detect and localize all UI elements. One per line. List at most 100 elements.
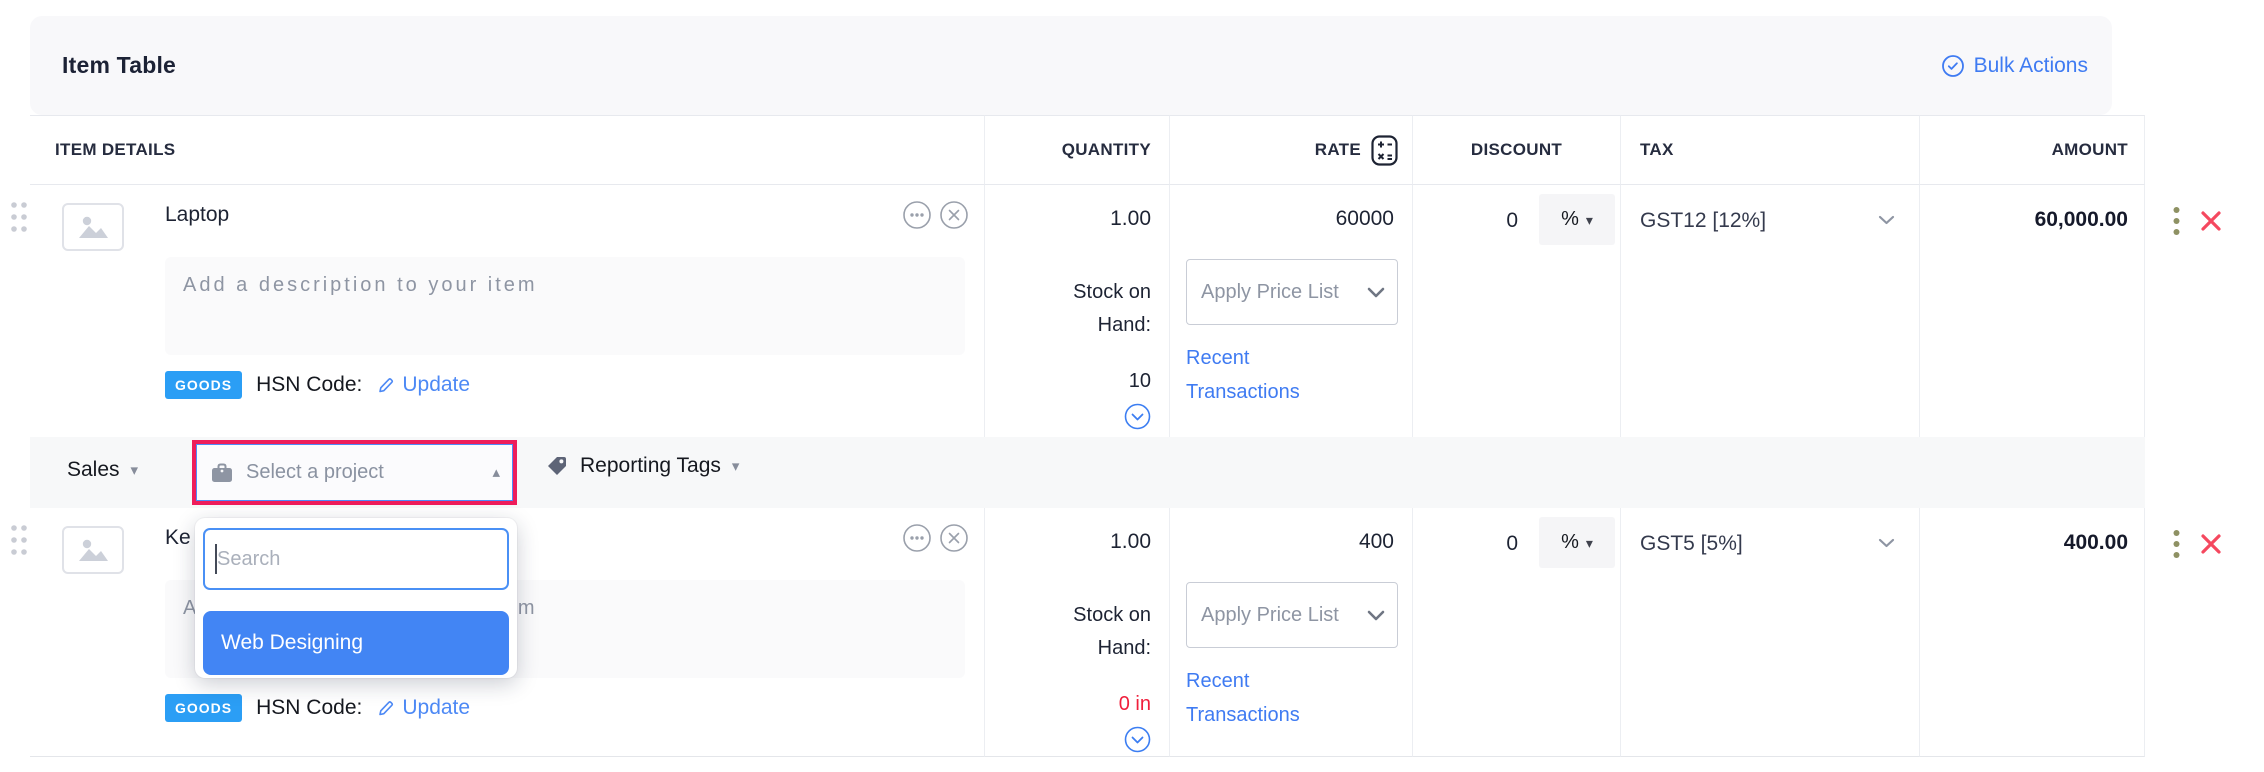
reporting-tags-label: Reporting Tags	[580, 454, 721, 478]
recent-transactions-line1: Recent	[1186, 664, 1300, 698]
stock-on-hand-label: Hand:	[1098, 637, 1151, 660]
col-header-amount: AMOUNT	[1920, 115, 2145, 185]
hsn-update-label: Update	[402, 373, 470, 397]
chevron-down-icon	[1367, 287, 1385, 298]
amount-value: 60,000.00	[2035, 208, 2128, 232]
discount-input[interactable]: 0	[1506, 209, 1518, 233]
row-close-icon[interactable]	[939, 200, 969, 230]
recent-transactions-link[interactable]: Recent Transactions	[1186, 341, 1300, 409]
caret-down-icon: ▾	[1586, 536, 1593, 550]
pencil-icon	[376, 375, 396, 395]
item-description-input[interactable]: Add a description to your item	[165, 257, 965, 355]
stock-on-hand-label: Stock on	[1073, 604, 1151, 627]
stock-expand-icon[interactable]	[1124, 726, 1151, 753]
discount-input[interactable]: 0	[1506, 532, 1518, 556]
stock-on-hand-value: 10	[1129, 370, 1151, 393]
row2-quantity-cell: 1.00 Stock on Hand: 0 in	[985, 508, 1170, 757]
percent-sign: %	[1561, 208, 1579, 231]
caret-down-icon: ▾	[732, 459, 740, 474]
sales-account-dropdown[interactable]: Sales ▾	[67, 458, 138, 482]
rate-header-label: RATE	[1315, 140, 1361, 160]
recent-transactions-link[interactable]: Recent Transactions	[1186, 664, 1300, 732]
chevron-down-icon	[1367, 610, 1385, 621]
row-menu-dots-icon[interactable]	[2172, 528, 2181, 560]
discount-unit-dropdown[interactable]: % ▾	[1539, 517, 1615, 568]
col-header-rate: RATE	[1170, 115, 1413, 185]
row1-item-details-cell: Laptop Add a description to your item	[30, 185, 985, 437]
pencil-icon	[376, 698, 396, 718]
hsn-update-link[interactable]: Update	[376, 696, 470, 720]
row-more-icon[interactable]	[902, 200, 932, 230]
stock-on-hand-label: Stock on	[1073, 281, 1151, 304]
project-option-web-designing[interactable]: Web Designing	[203, 611, 509, 675]
select-project-dropdown[interactable]: Select a project ▴	[196, 444, 513, 501]
row1-amount-cell: 60,000.00	[1920, 185, 2145, 437]
col-header-item-details: ITEM DETAILS	[30, 115, 985, 185]
stock-expand-icon[interactable]	[1124, 403, 1151, 430]
select-project-placeholder: Select a project	[246, 461, 479, 484]
discount-unit-dropdown[interactable]: % ▾	[1539, 194, 1615, 245]
project-highlight-box: Select a project ▴	[192, 440, 517, 505]
project-search	[203, 528, 509, 590]
recent-transactions-line2: Transactions	[1186, 698, 1300, 732]
bulk-actions-label: Bulk Actions	[1974, 54, 2088, 78]
item-image-placeholder[interactable]	[62, 526, 124, 574]
drag-handle-icon[interactable]	[8, 523, 30, 557]
chevron-down-icon[interactable]	[1878, 215, 1895, 225]
page-title: Item Table	[62, 52, 176, 79]
tag-icon	[545, 454, 569, 478]
caret-down-icon: ▾	[1586, 213, 1593, 227]
check-circle-icon	[1941, 54, 1965, 78]
recent-transactions-line1: Recent	[1186, 341, 1300, 375]
item-table-screen: Item Table Bulk Actions ITEM DETAILS QUA…	[0, 0, 2264, 772]
hsn-code-label: HSN Code:	[256, 696, 362, 720]
project-search-input[interactable]	[203, 528, 509, 590]
chevron-down-icon[interactable]	[1878, 538, 1895, 548]
tax-select[interactable]: GST12 [12%]	[1640, 209, 1766, 233]
briefcase-icon	[211, 463, 233, 483]
col-header-discount: DISCOUNT	[1413, 115, 1621, 185]
delete-row-icon[interactable]	[2197, 207, 2225, 235]
col-header-quantity: QUANTITY	[985, 115, 1170, 185]
project-dropdown-panel: Web Designing	[195, 518, 517, 678]
row-close-icon[interactable]	[939, 523, 969, 553]
item-table-header: Item Table Bulk Actions	[30, 16, 2112, 115]
row2-tax-cell: GST5 [5%]	[1621, 508, 1920, 757]
row2-discount-cell: 0 % ▾	[1413, 508, 1621, 757]
goods-badge: GOODS	[165, 371, 242, 399]
row-more-icon[interactable]	[902, 523, 932, 553]
percent-sign: %	[1561, 531, 1579, 554]
col-header-tax: TAX	[1621, 115, 1920, 185]
item-name[interactable]: Ke	[165, 526, 191, 550]
calculator-icon[interactable]	[1371, 135, 1398, 166]
row-menu-dots-icon[interactable]	[2172, 205, 2181, 237]
item-name[interactable]: Laptop	[165, 203, 229, 227]
rate-input[interactable]: 60000	[1336, 207, 1394, 231]
bulk-actions-button[interactable]: Bulk Actions	[1941, 54, 2088, 78]
sales-label: Sales	[67, 458, 120, 482]
rate-input[interactable]: 400	[1359, 530, 1394, 554]
quantity-input[interactable]: 1.00	[1110, 530, 1151, 554]
row2-amount-cell: 400.00	[1920, 508, 2145, 757]
reporting-tags-dropdown[interactable]: Reporting Tags ▾	[545, 454, 739, 478]
caret-down-icon: ▾	[131, 463, 139, 478]
hsn-update-label: Update	[402, 696, 470, 720]
apply-price-list-select[interactable]: Apply Price List	[1186, 259, 1398, 325]
apply-price-list-placeholder: Apply Price List	[1201, 281, 1339, 304]
drag-handle-icon[interactable]	[8, 200, 30, 234]
hsn-update-link[interactable]: Update	[376, 373, 470, 397]
stock-on-hand-label: Hand:	[1098, 314, 1151, 337]
delete-row-icon[interactable]	[2197, 530, 2225, 558]
row1-rate-cell: 60000 Apply Price List Recent Transactio…	[1170, 185, 1413, 437]
item-image-placeholder[interactable]	[62, 203, 124, 251]
stock-on-hand-value: 0 in	[1119, 693, 1151, 716]
apply-price-list-select[interactable]: Apply Price List	[1186, 582, 1398, 648]
hsn-code-label: HSN Code:	[256, 373, 362, 397]
row2-rate-cell: 400 Apply Price List Recent Transactions	[1170, 508, 1413, 757]
amount-value: 400.00	[2064, 531, 2128, 555]
caret-up-icon: ▴	[492, 465, 500, 480]
tax-select[interactable]: GST5 [5%]	[1640, 532, 1743, 556]
quantity-input[interactable]: 1.00	[1110, 207, 1151, 231]
apply-price-list-placeholder: Apply Price List	[1201, 604, 1339, 627]
row1-quantity-cell: 1.00 Stock on Hand: 10	[985, 185, 1170, 437]
